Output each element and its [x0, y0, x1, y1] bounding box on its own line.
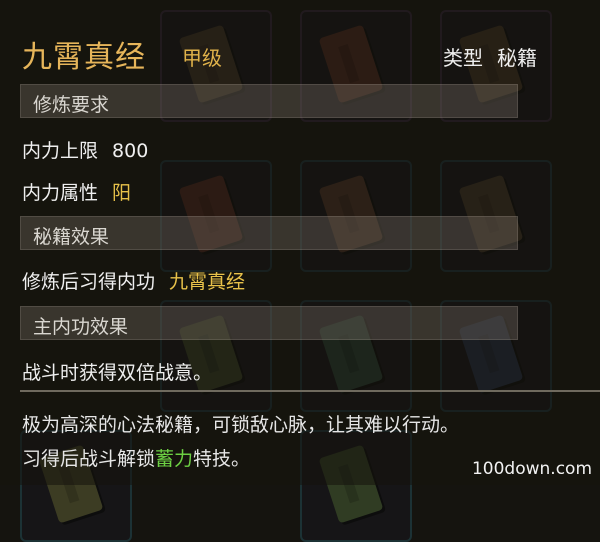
- divider: [20, 390, 600, 392]
- item-type: 类型 秘籍: [443, 42, 537, 71]
- max-neili-row: 内力上限 800: [22, 136, 148, 163]
- description-highlight: 蓄力: [155, 448, 194, 470]
- section-effects: 秘籍效果: [20, 216, 518, 250]
- description-line-1: 极为高深的心法秘籍，可锁敌心脉，让其难以行动。: [22, 414, 460, 436]
- description-line-2-pre: 习得后战斗解锁: [22, 448, 156, 470]
- type-value: 秘籍: [497, 46, 537, 70]
- main-effect-text: 战斗时获得双倍战意。: [22, 362, 213, 384]
- learn-value: 九霄真经: [169, 271, 246, 293]
- attribute-value: 阳: [112, 182, 132, 204]
- learn-label: 修炼后习得内功: [22, 271, 156, 293]
- description-line-2: 习得后战斗解锁蓄力特技。: [22, 444, 250, 471]
- attribute-label: 内力属性: [22, 182, 99, 204]
- max-neili-value: 800: [112, 140, 149, 162]
- max-neili-label: 内力上限: [22, 140, 99, 162]
- type-label: 类型: [443, 46, 483, 70]
- section-main-effect-label: 主内功效果: [33, 316, 129, 338]
- section-effects-label: 秘籍效果: [33, 226, 110, 248]
- attribute-row: 内力属性阳: [22, 178, 131, 205]
- section-requirements: 修炼要求: [20, 84, 518, 118]
- section-main-effect: 主内功效果: [20, 306, 518, 340]
- learn-row: 修炼后习得内功 九霄真经: [22, 267, 245, 294]
- item-name: 九霄真经: [22, 40, 146, 75]
- description-line-2-post: 特技。: [193, 448, 251, 470]
- watermark: 100down.com: [471, 459, 592, 479]
- item-grade: 甲级: [182, 46, 222, 70]
- section-requirements-label: 修炼要求: [33, 94, 110, 116]
